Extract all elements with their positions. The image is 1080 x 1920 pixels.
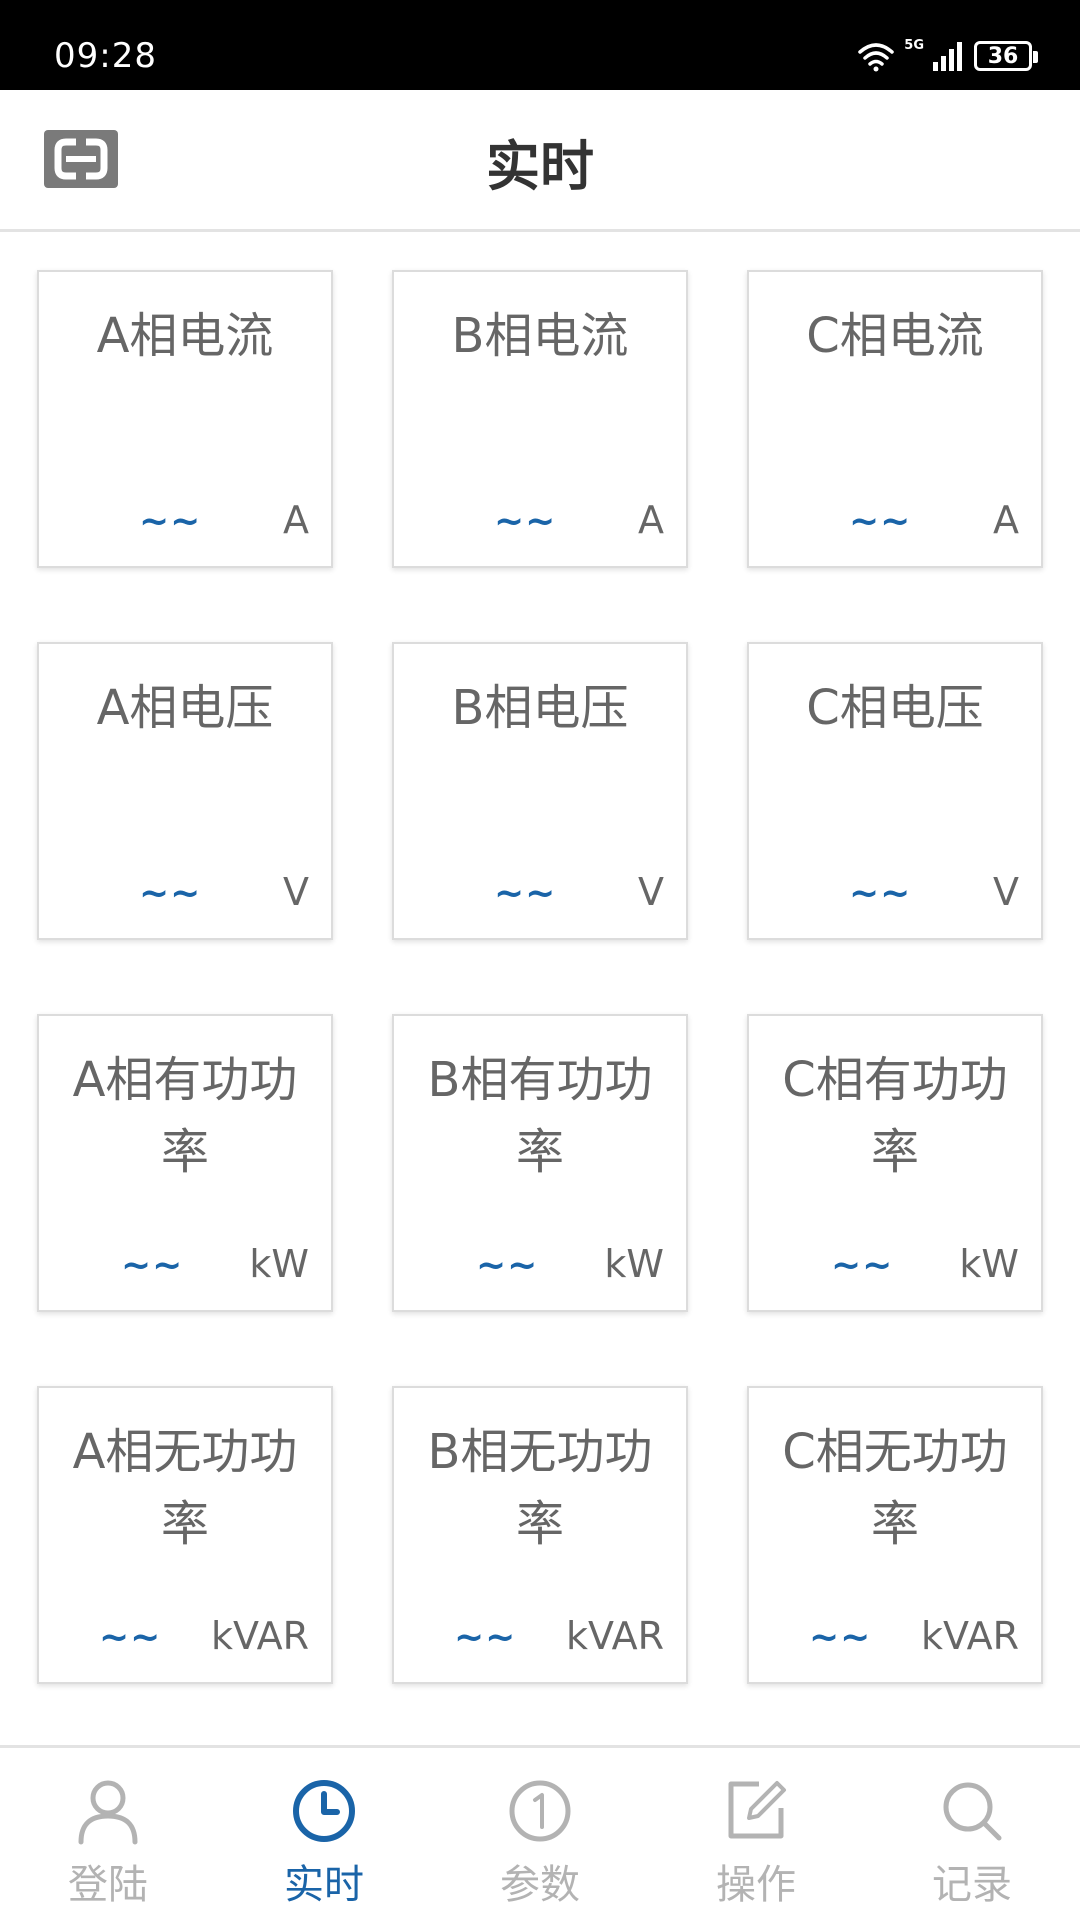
card-phase-c-voltage[interactable]: C相电压 ~~ V xyxy=(747,642,1043,940)
bottom-nav: 登陆 实时 参数 操作 记录 xyxy=(0,1745,1080,1920)
nav-label: 操作 xyxy=(716,1862,796,1908)
card-unit: V xyxy=(283,870,309,914)
nav-item-records[interactable]: 记录 xyxy=(864,1748,1080,1920)
edit-icon xyxy=(728,1781,786,1839)
card-title: C相无功功率 xyxy=(782,1424,1008,1552)
card-phase-b-reactive-power[interactable]: B相无功功率 ~~ kVAR xyxy=(392,1386,688,1684)
card-title: B相电压 xyxy=(451,680,629,736)
nav-item-realtime[interactable]: 实时 xyxy=(216,1748,432,1920)
card-unit: kW xyxy=(249,1242,309,1286)
app-header: 实时 xyxy=(0,90,1080,232)
nav-item-parameters[interactable]: 参数 xyxy=(432,1748,648,1920)
card-title: B相电流 xyxy=(451,308,629,364)
card-title: A相电压 xyxy=(96,680,274,736)
network-type: 5G xyxy=(904,38,924,53)
card-phase-c-active-power[interactable]: C相有功功率 ~~ kW xyxy=(747,1014,1043,1312)
card-unit: kW xyxy=(604,1242,664,1286)
card-unit: A xyxy=(638,498,664,542)
card-phase-b-voltage[interactable]: B相电压 ~~ V xyxy=(392,642,688,940)
card-value: ~~ xyxy=(494,501,557,542)
card-unit: kVAR xyxy=(566,1614,664,1658)
number-one-circle-icon xyxy=(509,1780,571,1842)
card-unit: kW xyxy=(959,1242,1019,1286)
card-title: C相电压 xyxy=(806,680,984,736)
status-bar: 09:28 5G 36 xyxy=(0,0,1080,90)
card-value: ~~ xyxy=(139,873,202,914)
clock-icon xyxy=(293,1780,355,1842)
card-value: ~~ xyxy=(809,1617,872,1658)
card-phase-c-reactive-power[interactable]: C相无功功率 ~~ kVAR xyxy=(747,1386,1043,1684)
card-unit: A xyxy=(283,498,309,542)
card-phase-a-current[interactable]: A相电流 ~~ A xyxy=(37,270,333,568)
card-title: C相电流 xyxy=(806,308,984,364)
card-value: ~~ xyxy=(494,873,557,914)
card-value: ~~ xyxy=(121,1245,184,1286)
card-unit: V xyxy=(638,870,664,914)
card-unit: kVAR xyxy=(921,1614,1019,1658)
card-title: A相电流 xyxy=(96,308,274,364)
card-title: B相有功功率 xyxy=(427,1052,653,1180)
card-value: ~~ xyxy=(849,501,912,542)
card-value: ~~ xyxy=(849,873,912,914)
card-value: ~~ xyxy=(831,1245,894,1286)
card-title: B相无功功率 xyxy=(427,1424,653,1552)
card-phase-b-active-power[interactable]: B相有功功率 ~~ kW xyxy=(392,1014,688,1312)
card-phase-c-current[interactable]: C相电流 ~~ A xyxy=(747,270,1043,568)
nav-label: 登陆 xyxy=(68,1862,148,1908)
card-title: A相有功功率 xyxy=(72,1052,298,1180)
page-title: 实时 xyxy=(486,134,594,198)
equipment-logo-icon xyxy=(44,130,118,188)
nav-item-operation[interactable]: 操作 xyxy=(648,1748,864,1920)
card-phase-a-reactive-power[interactable]: A相无功功率 ~~ kVAR xyxy=(37,1386,333,1684)
signal-icon xyxy=(933,42,962,71)
card-title: A相无功功率 xyxy=(72,1424,298,1552)
nav-label: 参数 xyxy=(500,1862,580,1908)
card-phase-a-active-power[interactable]: A相有功功率 ~~ kW xyxy=(37,1014,333,1312)
card-value: ~~ xyxy=(476,1245,539,1286)
status-time: 09:28 xyxy=(54,36,157,76)
user-icon xyxy=(78,1780,138,1845)
card-value: ~~ xyxy=(139,501,202,542)
nav-label: 实时 xyxy=(284,1862,364,1908)
search-icon xyxy=(943,1782,1002,1841)
nav-item-login[interactable]: 登陆 xyxy=(0,1748,216,1920)
wifi-icon xyxy=(858,43,895,72)
battery-indicator: 36 xyxy=(974,41,1038,71)
battery-level: 36 xyxy=(987,43,1019,69)
card-value: ~~ xyxy=(99,1617,162,1658)
status-icons: 5G 36 xyxy=(856,36,1038,76)
card-phase-b-current[interactable]: B相电流 ~~ A xyxy=(392,270,688,568)
nav-label: 记录 xyxy=(932,1862,1012,1908)
card-title: C相有功功率 xyxy=(782,1052,1008,1180)
card-unit: A xyxy=(993,498,1019,542)
card-unit: kVAR xyxy=(211,1614,309,1658)
card-phase-a-voltage[interactable]: A相电压 ~~ V xyxy=(37,642,333,940)
card-value: ~~ xyxy=(454,1617,517,1658)
card-unit: V xyxy=(993,870,1019,914)
